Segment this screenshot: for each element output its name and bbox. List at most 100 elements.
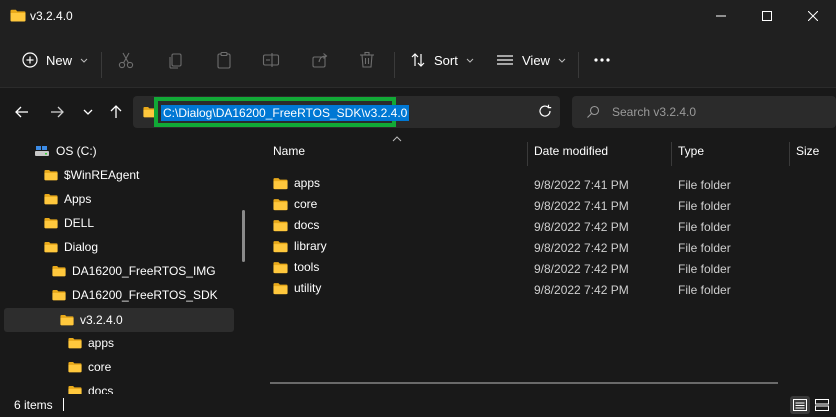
folder-icon bbox=[10, 9, 26, 22]
folder-icon bbox=[68, 385, 82, 394]
file-row-apps[interactable]: apps 9/8/2022 7:41 PM File folder bbox=[256, 173, 836, 194]
chevron-down-icon bbox=[83, 109, 93, 115]
tree-item-apps[interactable]: Apps bbox=[44, 188, 91, 210]
up-button[interactable] bbox=[105, 101, 127, 123]
tree-item-os-c[interactable]: OS (C:) bbox=[34, 140, 97, 162]
file-date: 9/8/2022 7:42 PM bbox=[534, 283, 629, 297]
back-button[interactable] bbox=[11, 101, 33, 123]
navigation-pane-scrollbar[interactable] bbox=[242, 210, 245, 262]
details-view-icon bbox=[793, 399, 807, 411]
tree-item-label: Apps bbox=[64, 192, 92, 206]
view-button[interactable]: View bbox=[496, 46, 566, 74]
cut-button[interactable] bbox=[114, 48, 138, 72]
file-type: File folder bbox=[678, 220, 731, 234]
file-row-docs[interactable]: docs 9/8/2022 7:42 PM File folder bbox=[256, 215, 836, 236]
tree-item-v3240[interactable]: v3.2.4.0 bbox=[60, 309, 123, 331]
file-row-utility[interactable]: utility 9/8/2022 7:42 PM File folder bbox=[256, 278, 836, 299]
search-box[interactable]: Search v3.2.4.0 bbox=[572, 96, 836, 128]
file-row-library[interactable]: library 9/8/2022 7:42 PM File folder bbox=[256, 236, 836, 257]
paste-button[interactable] bbox=[212, 48, 236, 72]
tree-item-label: docs bbox=[88, 384, 114, 394]
file-type: File folder bbox=[678, 178, 731, 192]
tree-item-da16200-sdk[interactable]: DA16200_FreeRTOS_SDK bbox=[52, 284, 218, 306]
column-divider[interactable] bbox=[789, 142, 790, 166]
status-bar: 6 items bbox=[0, 394, 836, 417]
tree-item-dell[interactable]: DELL bbox=[44, 212, 94, 234]
column-header-date[interactable]: Date modified bbox=[534, 144, 608, 164]
share-button[interactable] bbox=[308, 48, 332, 72]
file-type: File folder bbox=[678, 283, 731, 297]
horizontal-scrollbar[interactable] bbox=[270, 382, 778, 384]
tree-item-label: Dialog bbox=[64, 240, 99, 254]
tree-item-dialog[interactable]: Dialog bbox=[44, 236, 98, 258]
file-name: utility bbox=[294, 281, 322, 295]
tree-item-label: DA16200_FreeRTOS_SDK bbox=[72, 288, 218, 302]
tree-item-docs-sub[interactable]: docs bbox=[68, 380, 113, 394]
address-bar[interactable]: C:\Dialog\DA16200_FreeRTOS_SDK\v3.2.4.0 bbox=[133, 96, 560, 128]
close-button[interactable] bbox=[790, 0, 836, 32]
search-icon bbox=[587, 105, 600, 118]
command-bar: New Sort View bbox=[0, 32, 836, 88]
rename-icon bbox=[262, 53, 280, 67]
column-header-size[interactable]: Size bbox=[796, 144, 819, 164]
file-list: Name Date modified Type Size apps 9/8/20… bbox=[256, 136, 836, 394]
delete-button[interactable] bbox=[355, 48, 379, 72]
trash-icon bbox=[360, 51, 374, 68]
file-row-core[interactable]: core 9/8/2022 7:41 PM File folder bbox=[256, 194, 836, 215]
file-type: File folder bbox=[678, 262, 731, 276]
address-path[interactable]: C:\Dialog\DA16200_FreeRTOS_SDK\v3.2.4.0 bbox=[161, 105, 410, 121]
tiles-view-button[interactable] bbox=[812, 396, 832, 414]
file-type: File folder bbox=[678, 241, 731, 255]
folder-icon bbox=[44, 169, 58, 181]
rename-button[interactable] bbox=[259, 48, 283, 72]
tree-item-label: OS (C:) bbox=[56, 144, 97, 158]
sort-button[interactable]: Sort bbox=[410, 46, 474, 74]
refresh-icon[interactable] bbox=[538, 104, 552, 118]
item-count: 6 items bbox=[14, 398, 53, 412]
folder-icon bbox=[44, 193, 58, 205]
details-view-button[interactable] bbox=[790, 396, 810, 414]
file-date: 9/8/2022 7:42 PM bbox=[534, 220, 629, 234]
folder-icon bbox=[273, 177, 288, 190]
more-options-button[interactable] bbox=[590, 48, 614, 72]
forward-button[interactable] bbox=[46, 101, 68, 123]
more-icon bbox=[594, 58, 610, 62]
column-divider[interactable] bbox=[671, 142, 672, 166]
folder-icon bbox=[273, 219, 288, 232]
drive-icon bbox=[35, 146, 49, 156]
divider bbox=[578, 52, 579, 78]
folder-icon bbox=[60, 314, 74, 326]
window-title: v3.2.4.0 bbox=[30, 9, 73, 23]
sort-icon bbox=[411, 53, 425, 67]
folder-icon bbox=[273, 282, 288, 295]
tree-item-core-sub[interactable]: core bbox=[68, 356, 111, 378]
maximize-button[interactable] bbox=[744, 0, 790, 32]
copy-button[interactable] bbox=[164, 48, 188, 72]
tree-item-label: apps bbox=[88, 336, 115, 350]
navigation-bar: C:\Dialog\DA16200_FreeRTOS_SDK\v3.2.4.0 … bbox=[0, 88, 836, 136]
file-row-tools[interactable]: tools 9/8/2022 7:42 PM File folder bbox=[256, 257, 836, 278]
folder-icon bbox=[68, 361, 82, 373]
minimize-button[interactable] bbox=[698, 0, 744, 32]
close-icon bbox=[808, 11, 818, 21]
sort-label: Sort bbox=[434, 52, 458, 68]
column-header-type[interactable]: Type bbox=[678, 144, 704, 164]
folder-icon bbox=[273, 198, 288, 211]
arrow-right-icon bbox=[51, 106, 64, 118]
file-name: docs bbox=[294, 218, 320, 232]
folder-icon bbox=[273, 261, 288, 274]
file-name: core bbox=[294, 197, 318, 211]
new-button[interactable]: New bbox=[22, 46, 88, 74]
recent-locations-button[interactable] bbox=[77, 101, 99, 123]
chevron-down-icon bbox=[466, 58, 474, 63]
tree-item-label: core bbox=[88, 360, 112, 374]
column-divider[interactable] bbox=[527, 142, 528, 166]
tree-item-apps-sub[interactable]: apps bbox=[68, 332, 114, 354]
text-cursor bbox=[63, 398, 64, 411]
tiles-view-icon bbox=[815, 399, 829, 411]
file-date: 9/8/2022 7:42 PM bbox=[534, 241, 629, 255]
column-header-name[interactable]: Name bbox=[273, 144, 305, 164]
tree-item-winreagent[interactable]: $WinREAgent bbox=[44, 164, 139, 186]
title-bar: v3.2.4.0 bbox=[0, 0, 836, 32]
tree-item-da16200-img[interactable]: DA16200_FreeRTOS_IMG bbox=[52, 260, 216, 282]
